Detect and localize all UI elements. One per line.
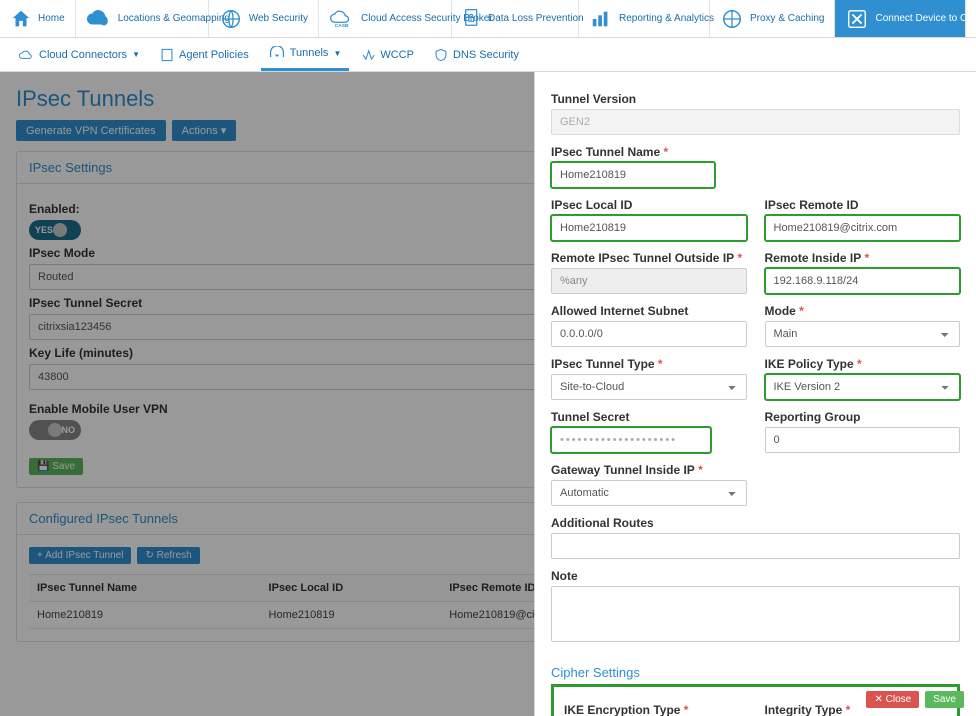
cell-name: Home210819	[29, 602, 261, 629]
gateway-inside-label: Gateway Tunnel Inside IP	[551, 463, 747, 477]
tunnel-type-label: IPsec Tunnel Type	[551, 357, 747, 371]
proxy-icon	[720, 8, 744, 30]
reporting-group-input[interactable]	[765, 427, 961, 453]
subnav-dns-label: DNS Security	[453, 49, 519, 61]
remote-inside-label: Remote Inside IP	[765, 251, 961, 265]
generate-vpn-cert-button[interactable]: Generate VPN Certificates	[16, 120, 166, 141]
add-ipsec-tunnel-button[interactable]: + Add IPsec Tunnel	[29, 547, 131, 564]
nav-web-label: Web Security	[249, 13, 308, 24]
tunnel-form-panel: Tunnel Version GEN2 IPsec Tunnel Name IP…	[534, 72, 976, 716]
tunnel-icon	[269, 46, 285, 60]
tunnel-version-label: Tunnel Version	[551, 92, 960, 106]
nav-locations[interactable]: Locations & Geomapping	[76, 0, 209, 37]
col-local: IPsec Local ID	[261, 575, 442, 602]
nav-casb[interactable]: CASB Cloud Access Security Broker	[319, 0, 452, 37]
form-tunnel-secret-input[interactable]	[551, 427, 711, 453]
connect-icon	[845, 8, 869, 30]
settings-save-button[interactable]: 💾 Save	[29, 458, 83, 475]
subnav-wccp-label: WCCP	[380, 49, 414, 61]
gateway-inside-select[interactable]: Automatic	[551, 480, 747, 506]
ike-enc-label: IKE Encryption Type	[564, 703, 747, 716]
nav-connect-device[interactable]: Connect Device to Cloud	[835, 0, 966, 37]
additional-routes-input[interactable]	[551, 533, 960, 559]
subnav-dns-security[interactable]: DNS Security	[426, 38, 527, 71]
mode-label: Mode	[765, 304, 961, 318]
enabled-toggle[interactable]: YES	[29, 220, 81, 240]
note-textarea[interactable]	[551, 586, 960, 642]
subnav-cloud-connectors[interactable]: Cloud Connectors ▼	[10, 38, 148, 71]
reporting-group-label: Reporting Group	[765, 410, 961, 424]
nav-reporting-label: Reporting & Analytics	[619, 13, 699, 24]
actions-dropdown[interactable]: Actions ▾	[172, 120, 237, 141]
subnav-tunnels-label: Tunnels	[290, 47, 329, 59]
subnav-wccp[interactable]: WCCP	[353, 38, 422, 71]
nav-home[interactable]: Home	[0, 0, 76, 37]
remote-id-input[interactable]	[765, 215, 961, 241]
bar-chart-icon	[589, 8, 613, 30]
subnav-agent-policies[interactable]: Agent Policies	[152, 38, 257, 71]
mode-select[interactable]: Main	[765, 321, 961, 347]
nav-proxy-label: Proxy & Caching	[750, 13, 824, 24]
top-nav: Home Locations & Geomapping Web Security…	[0, 0, 976, 38]
mobile-toggle-text: NO	[62, 425, 76, 435]
sub-nav: Cloud Connectors ▼ Agent Policies Tunnel…	[0, 38, 976, 72]
toggle-knob	[53, 223, 67, 237]
nav-home-label: Home	[38, 13, 65, 24]
subnav-agent-policies-label: Agent Policies	[179, 49, 249, 61]
allowed-subnet-label: Allowed Internet Subnet	[551, 304, 747, 318]
nav-proxy[interactable]: Proxy & Caching	[710, 0, 835, 37]
chevron-down-icon: ▼	[333, 49, 341, 58]
cell-local: Home210819	[261, 602, 442, 629]
policy-icon	[160, 48, 174, 62]
remote-id-label: IPsec Remote ID	[765, 198, 961, 212]
local-id-label: IPsec Local ID	[551, 198, 747, 212]
tunnel-name-label: IPsec Tunnel Name	[551, 145, 960, 159]
remote-outside-label: Remote IPsec Tunnel Outside IP	[551, 251, 747, 265]
globe-icon	[219, 8, 243, 30]
casb-icon: CASB	[329, 8, 355, 30]
mobile-vpn-toggle[interactable]: NO	[29, 420, 81, 440]
ike-policy-label: IKE Policy Type	[765, 357, 961, 371]
cloud-pin-icon	[86, 8, 112, 30]
cipher-settings-title: Cipher Settings	[551, 665, 960, 680]
note-label: Note	[551, 569, 960, 583]
close-button[interactable]: ✕ Close	[866, 691, 919, 708]
shield-icon	[434, 48, 448, 62]
local-id-input[interactable]	[551, 215, 747, 241]
remote-outside-input[interactable]	[551, 268, 747, 294]
cloud-icon	[18, 48, 34, 62]
refresh-button[interactable]: ↻ Refresh	[137, 547, 199, 564]
toggle-knob	[48, 423, 62, 437]
home-icon	[10, 8, 32, 30]
allowed-subnet-input[interactable]	[551, 321, 747, 347]
subnav-tunnels[interactable]: Tunnels ▼	[261, 38, 350, 71]
document-lock-icon	[462, 8, 482, 30]
nav-reporting[interactable]: Reporting & Analytics	[579, 0, 710, 37]
chevron-down-icon: ▼	[132, 50, 140, 59]
form-tunnel-secret-label: Tunnel Secret	[551, 410, 747, 424]
wccp-icon	[361, 48, 375, 62]
settings-save-label: Save	[52, 461, 75, 472]
enabled-toggle-text: YES	[35, 225, 53, 235]
col-name: IPsec Tunnel Name	[29, 575, 261, 602]
form-save-button[interactable]: Save	[925, 691, 964, 708]
nav-dlp-label: Data Loss Prevention	[488, 13, 568, 24]
nav-dlp[interactable]: Data Loss Prevention	[452, 0, 579, 37]
tunnel-name-input[interactable]	[551, 162, 715, 188]
nav-connect-label: Connect Device to Cloud	[875, 13, 955, 24]
nav-web-security[interactable]: Web Security	[209, 0, 319, 37]
nav-users[interactable]: Users, Groups & Dev	[966, 0, 976, 37]
tunnel-version-select[interactable]: GEN2	[551, 109, 960, 135]
svg-text:CASB: CASB	[335, 23, 349, 29]
additional-routes-label: Additional Routes	[551, 516, 960, 530]
nav-locations-label: Locations & Geomapping	[118, 13, 198, 24]
ike-policy-select[interactable]: IKE Version 2	[765, 374, 961, 400]
subnav-cloud-connectors-label: Cloud Connectors	[39, 49, 127, 61]
nav-casb-label: Cloud Access Security Broker	[361, 13, 441, 24]
remote-inside-input[interactable]	[765, 268, 961, 294]
tunnel-type-select[interactable]: Site-to-Cloud	[551, 374, 747, 400]
